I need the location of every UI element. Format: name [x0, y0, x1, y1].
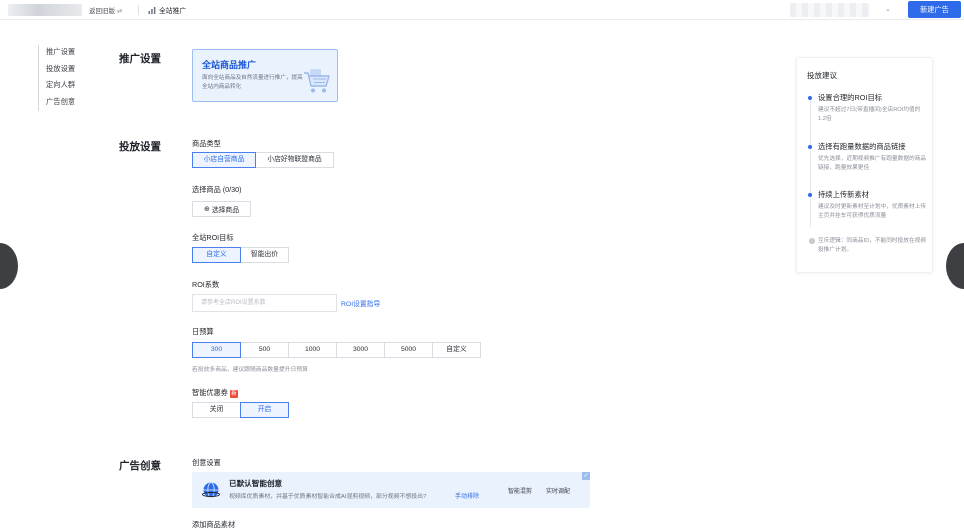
mutual-exclusion-note: ! 互斥逻辑：同商品ID，不能同时投放在视频投推广计划。 — [809, 237, 929, 256]
daily-budget-label: 日预算 — [192, 327, 214, 336]
page-title: 全站推广 — [148, 5, 186, 15]
product-type-option-self[interactable]: 小店自营商品 — [192, 152, 256, 168]
tip-heading: 持续上传新素材 — [818, 190, 870, 199]
smart-coupon-toggle: 关闭 开启 — [192, 402, 289, 418]
bullet-dot-icon — [808, 145, 812, 149]
nav-item-delivery[interactable]: 投放设置 — [46, 62, 98, 79]
roi-guide-link[interactable]: ROI设置指导 — [341, 298, 380, 308]
select-products-label: 选择商品 (0/30) — [192, 185, 242, 194]
smart-creative-banner: 已默认智能创意 视频库优质素材，并基于优质素材智能合成AI混剪视频，部分视频不想… — [192, 472, 590, 508]
promo-card-title: 全站商品推广 — [202, 60, 257, 70]
section-nav: 推广设置 投放设置 定向人群 广告创意 — [38, 45, 98, 111]
back-label: 返回旧版 — [89, 8, 115, 15]
smart-mix-button[interactable]: 智能混剪 — [508, 486, 532, 498]
plus-circle-icon: ⊕ — [203, 206, 210, 213]
tips-title: 投放建议 — [807, 71, 837, 80]
note-text: 互斥逻辑：同商品ID，不能同时投放在视频投推广计划。 — [818, 238, 927, 254]
product-type-selector: 小店自营商品 小店好物联盟商品 — [192, 152, 334, 168]
creative-settings-label: 创意设置 — [192, 458, 221, 467]
budget-option-300[interactable]: 300 — [192, 342, 241, 358]
product-type-label: 商品类型 — [192, 139, 221, 148]
roi-goal-label: 全站ROI目标 — [192, 233, 234, 242]
new-badge: 新 — [229, 390, 238, 398]
budget-option-500[interactable]: 500 — [240, 342, 289, 358]
tip-heading: 设置合理的ROI目标 — [818, 93, 883, 102]
product-type-option-affiliate[interactable]: 小店好物联盟商品 — [255, 152, 334, 168]
nav-item-targeting[interactable]: 定向人群 — [46, 78, 98, 95]
check-icon: ✓ — [582, 472, 590, 480]
promo-type-card[interactable]: 全站商品推广 面向全站商品及自然流量进行推广，提高全站内商品转化 — [192, 49, 338, 102]
shopping-cart-icon — [304, 69, 330, 93]
smart-coupon-label-row: 智能优惠券新 — [192, 388, 238, 398]
bullet-dot-icon — [808, 193, 812, 197]
realtime-adjust-button[interactable]: 实时调配 — [546, 486, 570, 498]
select-products-button-label: 选择商品 — [211, 207, 240, 214]
page-title-text: 全站推广 — [159, 8, 187, 15]
nav-item-creative[interactable]: 广告创意 — [46, 95, 98, 112]
promo-card-desc: 面向全站商品及自然流量进行推广，提高全站内商品转化 — [202, 75, 303, 90]
budget-option-5000[interactable]: 5000 — [384, 342, 433, 358]
top-bar: 返回旧版 ⇄ 全站推广 ⌄ 新建广告 — [0, 0, 964, 20]
tip-body: 建议不超过7日(带直播间)全店ROI均值的 1.2倍 — [818, 107, 921, 123]
smart-creative-title: 已默认智能创意 — [229, 479, 283, 488]
budget-option-3000[interactable]: 3000 — [336, 342, 385, 358]
smart-coupon-label: 智能优惠券 — [192, 388, 228, 397]
globe-icon — [202, 482, 220, 498]
roi-goal-selector: 自定义 智能出价 — [192, 247, 289, 263]
back-to-old-version-link[interactable]: 返回旧版 ⇄ — [89, 5, 122, 15]
account-info[interactable] — [790, 3, 870, 17]
tips-timeline — [810, 95, 811, 227]
budget-option-1000[interactable]: 1000 — [288, 342, 337, 358]
tip-body: 建议及时更新素材至计划中，优质素材上传主页并挂车可获得优质流量 — [818, 204, 927, 220]
section-title-delivery: 投放设置 — [119, 141, 161, 153]
roi-goal-option-smart[interactable]: 智能出价 — [240, 247, 289, 263]
budget-option-custom[interactable]: 自定义 — [432, 342, 481, 358]
roi-coef-label: ROI系数 — [192, 280, 220, 289]
roi-coef-input[interactable] — [192, 294, 337, 312]
roi-goal-option-custom[interactable]: 自定义 — [192, 247, 241, 263]
tip-body: 优先选择，近期视频推广有跑量数据的商品链接，跑量效果更佳 — [818, 156, 927, 172]
section-title-creative: 广告创意 — [119, 460, 161, 472]
select-products-button[interactable]: ⊕ 选择商品 — [192, 201, 251, 217]
delivery-tips-panel: 投放建议 设置合理的ROI目标 建议不超过7日(带直播间)全店ROI均值的 1.… — [796, 57, 933, 273]
new-ad-button[interactable]: 新建广告 — [908, 1, 961, 18]
app-logo — [8, 4, 82, 16]
budget-hint: 若投放多商品，建议跟随商品数量提升日预算 — [192, 367, 308, 373]
info-icon: ! — [809, 237, 815, 244]
smart-creative-desc: 视频库优质素材，并基于优质素材智能合成AI混剪视频，部分视频不想投出? — [229, 494, 427, 500]
prev-page-handle[interactable] — [0, 243, 18, 289]
manual-exclude-link[interactable]: 手动排除 — [455, 491, 479, 500]
nav-item-promotion[interactable]: 推广设置 — [46, 45, 98, 62]
bullet-dot-icon — [808, 96, 812, 100]
switch-icon: ⇄ — [116, 8, 123, 15]
divider — [138, 5, 139, 15]
section-title-promotion: 推广设置 — [119, 53, 161, 65]
smart-coupon-option-on[interactable]: 开启 — [240, 402, 289, 418]
daily-budget-selector: 300 500 1000 3000 5000 自定义 — [192, 342, 481, 358]
chevron-down-icon[interactable]: ⌄ — [885, 5, 891, 13]
add-material-label: 添加商品素材 — [192, 520, 236, 529]
bar-chart-icon — [148, 6, 156, 14]
tip-heading: 选择有跑量数据的商品链接 — [818, 142, 906, 151]
smart-coupon-option-off[interactable]: 关闭 — [192, 402, 241, 418]
next-page-handle[interactable] — [946, 243, 964, 289]
